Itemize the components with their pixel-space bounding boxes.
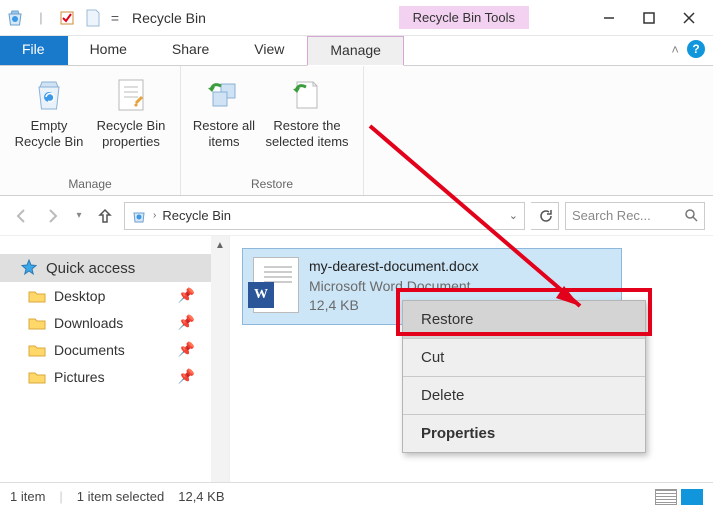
properties-label: Recycle Bin properties — [92, 118, 170, 149]
sidebar-quick-access[interactable]: Quick access — [0, 254, 229, 282]
sidebar-item-label: Downloads — [54, 315, 123, 331]
close-button[interactable] — [669, 3, 709, 33]
maximize-button[interactable] — [629, 3, 669, 33]
sidebar-scrollbar[interactable]: ▲ — [211, 236, 229, 482]
status-size: 12,4 KB — [178, 489, 224, 504]
tab-share[interactable]: Share — [150, 36, 232, 65]
context-tab-label[interactable]: Recycle Bin Tools — [399, 6, 529, 29]
folder-icon — [28, 316, 46, 330]
restore-all-label: Restore all items — [191, 118, 257, 149]
pin-icon: 📌 — [178, 341, 195, 358]
pin-icon: 📌 — [178, 287, 195, 304]
search-icon — [685, 209, 698, 222]
qat-properties-icon[interactable] — [56, 7, 78, 29]
restore-selected-icon — [292, 76, 322, 114]
star-icon — [20, 259, 38, 277]
restore-selected-button[interactable]: Restore the selected items — [261, 70, 353, 175]
ctx-delete[interactable]: Delete — [403, 377, 645, 415]
view-mode-buttons — [655, 489, 703, 505]
file-name: my-dearest-document.docx — [309, 257, 479, 277]
ribbon-collapse-icon[interactable]: ˄ — [671, 42, 679, 57]
restore-selected-label: Restore the selected items — [261, 118, 353, 149]
up-button[interactable] — [92, 203, 118, 229]
ctx-restore[interactable]: Restore — [403, 301, 645, 339]
status-selected: 1 item selected — [77, 489, 164, 504]
sidebar-item-label: Desktop — [54, 288, 105, 304]
forward-button[interactable] — [40, 203, 66, 229]
sidebar-item-pictures[interactable]: Pictures 📌 — [0, 363, 229, 390]
ribbon-tabs: File Home Share View Manage ˄ ? — [0, 36, 713, 66]
recycle-bin-properties-button[interactable]: Recycle Bin properties — [92, 70, 170, 175]
tab-home[interactable]: Home — [68, 36, 150, 65]
empty-bin-label: Empty Recycle Bin — [10, 118, 88, 149]
status-item-count: 1 item — [10, 489, 45, 504]
folder-icon — [28, 343, 46, 357]
search-input[interactable]: Search Rec... — [565, 202, 705, 230]
window-title: Recycle Bin — [132, 10, 206, 26]
ribbon-group-restore-label: Restore — [251, 175, 293, 195]
back-button[interactable] — [8, 203, 34, 229]
restore-all-button[interactable]: Restore all items — [191, 70, 257, 175]
sidebar: Quick access Desktop 📌 Downloads 📌 Docum… — [0, 236, 230, 482]
sidebar-item-documents[interactable]: Documents 📌 — [0, 336, 229, 363]
pin-icon: 📌 — [178, 368, 195, 385]
address-bar[interactable]: › Recycle Bin ⌄ — [124, 202, 525, 230]
recent-dropdown-icon[interactable]: ▾ — [72, 203, 86, 229]
scroll-up-icon[interactable]: ▲ — [211, 236, 229, 254]
sidebar-item-label: Pictures — [54, 369, 105, 385]
qat-separator: | — [30, 7, 52, 29]
address-bin-icon — [131, 208, 147, 224]
empty-bin-icon — [32, 76, 66, 114]
pin-icon: 📌 — [178, 314, 195, 331]
sidebar-item-label: Documents — [54, 342, 125, 358]
status-bar: 1 item | 1 item selected 12,4 KB — [0, 482, 713, 510]
qat-document-icon[interactable] — [82, 7, 104, 29]
ribbon: Empty Recycle Bin Recycle Bin properties… — [0, 66, 713, 196]
context-menu: Restore Cut Delete Properties — [402, 300, 646, 453]
properties-icon — [116, 76, 146, 114]
search-placeholder: Search Rec... — [572, 208, 651, 223]
minimize-button[interactable] — [589, 3, 629, 33]
details-view-button[interactable] — [655, 489, 677, 505]
ribbon-group-manage-label: Manage — [68, 175, 111, 195]
sidebar-item-downloads[interactable]: Downloads 📌 — [0, 309, 229, 336]
ctx-properties[interactable]: Properties — [403, 415, 645, 452]
folder-icon — [28, 370, 46, 384]
address-location: Recycle Bin — [162, 208, 231, 223]
address-chevron-icon[interactable]: › — [153, 210, 156, 221]
navigation-bar: ▾ › Recycle Bin ⌄ Search Rec... — [0, 196, 713, 236]
ribbon-group-restore: Restore all items Restore the selected i… — [181, 66, 364, 195]
file-type: Microsoft Word Document — [309, 277, 479, 297]
ctx-cut[interactable]: Cut — [403, 339, 645, 377]
folder-icon — [28, 289, 46, 303]
tab-manage[interactable]: Manage — [307, 36, 404, 66]
help-icon[interactable]: ? — [687, 40, 705, 58]
word-document-icon: W — [253, 257, 299, 313]
tiles-view-button[interactable] — [681, 489, 703, 505]
tab-file[interactable]: File — [0, 36, 68, 65]
address-dropdown-icon[interactable]: ⌄ — [509, 209, 518, 222]
ribbon-group-manage: Empty Recycle Bin Recycle Bin properties… — [0, 66, 181, 195]
sidebar-qa-label: Quick access — [46, 260, 135, 277]
recycle-bin-icon — [4, 7, 26, 29]
sidebar-item-desktop[interactable]: Desktop 📌 — [0, 282, 229, 309]
restore-all-icon — [207, 76, 241, 114]
qat-dropdown-icon[interactable]: = — [108, 7, 122, 29]
titlebar: | = Recycle Bin Recycle Bin Tools — [0, 0, 713, 36]
empty-recycle-bin-button[interactable]: Empty Recycle Bin — [10, 70, 88, 175]
tab-view[interactable]: View — [232, 36, 307, 65]
refresh-button[interactable] — [531, 202, 559, 230]
